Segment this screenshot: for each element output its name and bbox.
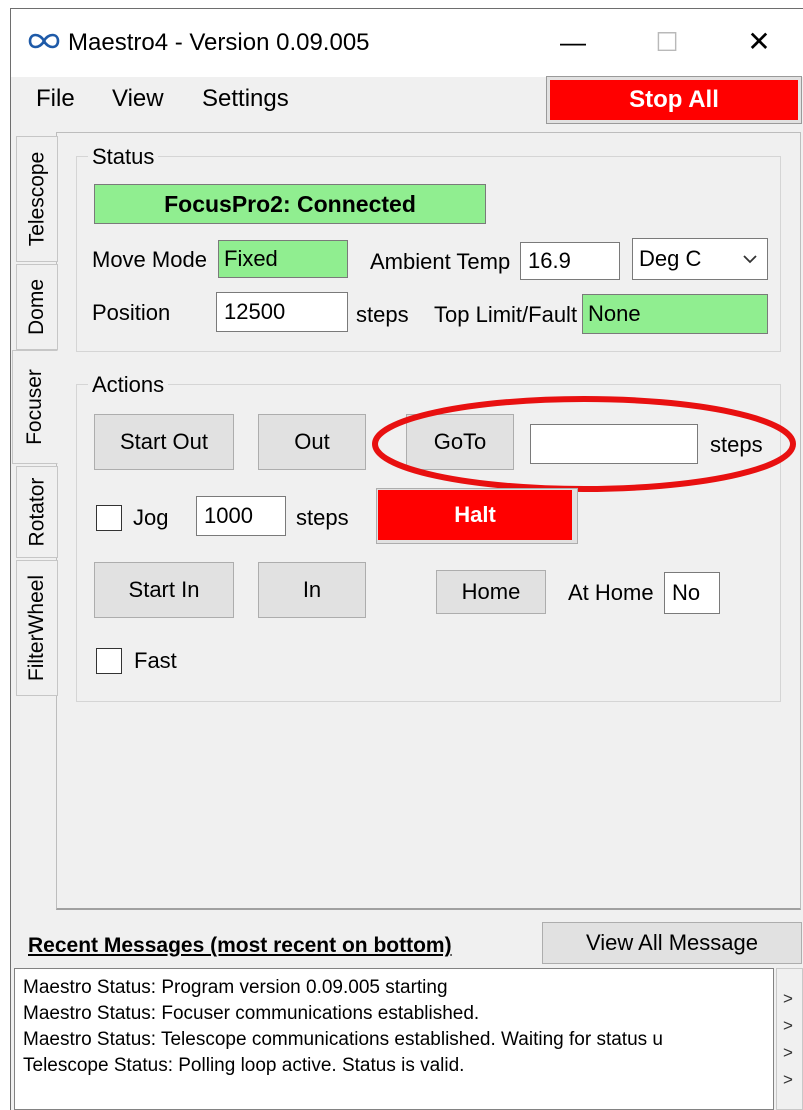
chevron-down-icon [743, 255, 757, 264]
scroll-arrow-icon: > [783, 1070, 793, 1089]
move-mode-value: Fixed [218, 240, 348, 278]
position-value: 12500 [216, 292, 348, 332]
home-button[interactable]: Home [436, 570, 546, 614]
at-home-label: At Home [568, 580, 654, 605]
tab-telescope-label: Telescope [25, 151, 48, 247]
tab-rotator[interactable]: Rotator [16, 466, 58, 558]
window-title: Maestro4 - Version 0.09.005 [68, 29, 370, 56]
ambient-temp-label: Ambient Temp [370, 249, 511, 274]
close-button[interactable]: ✕ [736, 22, 782, 62]
temp-unit-select[interactable]: Deg C [632, 238, 768, 280]
tab-dome[interactable]: Dome [16, 264, 58, 350]
maximize-button[interactable]: ☐ [644, 22, 690, 62]
fast-label: Fast [134, 648, 177, 673]
highlight-ring-annotation [372, 396, 796, 492]
menu-view[interactable]: View [112, 84, 164, 114]
menu-file[interactable]: File [36, 84, 75, 114]
connection-status: FocusPro2: Connected [94, 184, 486, 224]
message-line: Maestro Status: Program version 0.09.005… [23, 977, 448, 998]
messages-scroll-strip[interactable]: > > > > [776, 968, 803, 1110]
scroll-arrow-icon: > [783, 989, 793, 1008]
tab-rotator-label: Rotator [25, 477, 48, 547]
message-line: Telescope Status: Polling loop active. S… [23, 1055, 465, 1076]
start-out-button[interactable]: Start Out [94, 414, 234, 470]
status-group-label: Status [88, 142, 159, 172]
tab-telescope[interactable]: Telescope [16, 136, 58, 262]
tab-dome-label: Dome [25, 278, 48, 336]
recent-messages-heading: Recent Messages (most recent on bottom) [28, 934, 452, 957]
minimize-button[interactable]: — [548, 22, 598, 62]
position-label: Position [92, 300, 171, 325]
tab-focuser-label: Focuser [23, 369, 47, 445]
scroll-arrow-icon: > [783, 1043, 793, 1062]
out-button[interactable]: Out [258, 414, 366, 470]
stop-all-button[interactable]: Stop All [550, 80, 798, 120]
jog-steps-input[interactable]: 1000 [196, 496, 286, 536]
actions-group-label: Actions [88, 370, 169, 400]
scroll-arrow-icon: > [783, 1016, 793, 1035]
fast-checkbox[interactable] [96, 648, 122, 674]
message-line: Maestro Status: Focuser communications e… [23, 1003, 480, 1024]
at-home-value: No [664, 572, 720, 614]
position-unit-label: steps [356, 302, 409, 327]
jog-steps-unit: steps [296, 505, 349, 530]
tab-filterwheel-label: FilterWheel [25, 574, 49, 682]
ambient-temp-value: 16.9 [520, 242, 620, 280]
start-in-button[interactable]: Start In [94, 562, 234, 618]
view-all-messages-button[interactable]: View All Message [542, 922, 802, 964]
top-limit-value: None [582, 294, 768, 334]
move-mode-label: Move Mode [92, 247, 207, 272]
menu-settings[interactable]: Settings [202, 84, 289, 114]
tab-filterwheel[interactable]: FilterWheel [16, 560, 58, 696]
temp-unit-value: Deg C [639, 246, 702, 271]
message-line: Maestro Status: Telescope communications… [23, 1029, 663, 1050]
top-limit-label: Top Limit/Fault [434, 302, 578, 327]
jog-checkbox[interactable] [96, 505, 122, 531]
infinity-icon [28, 33, 60, 49]
messages-list[interactable]: Maestro Status: Program version 0.09.005… [14, 968, 774, 1110]
halt-button[interactable]: Halt [378, 490, 572, 540]
in-button[interactable]: In [258, 562, 366, 618]
jog-label: Jog [133, 505, 169, 530]
tab-focuser[interactable]: Focuser [12, 350, 58, 464]
